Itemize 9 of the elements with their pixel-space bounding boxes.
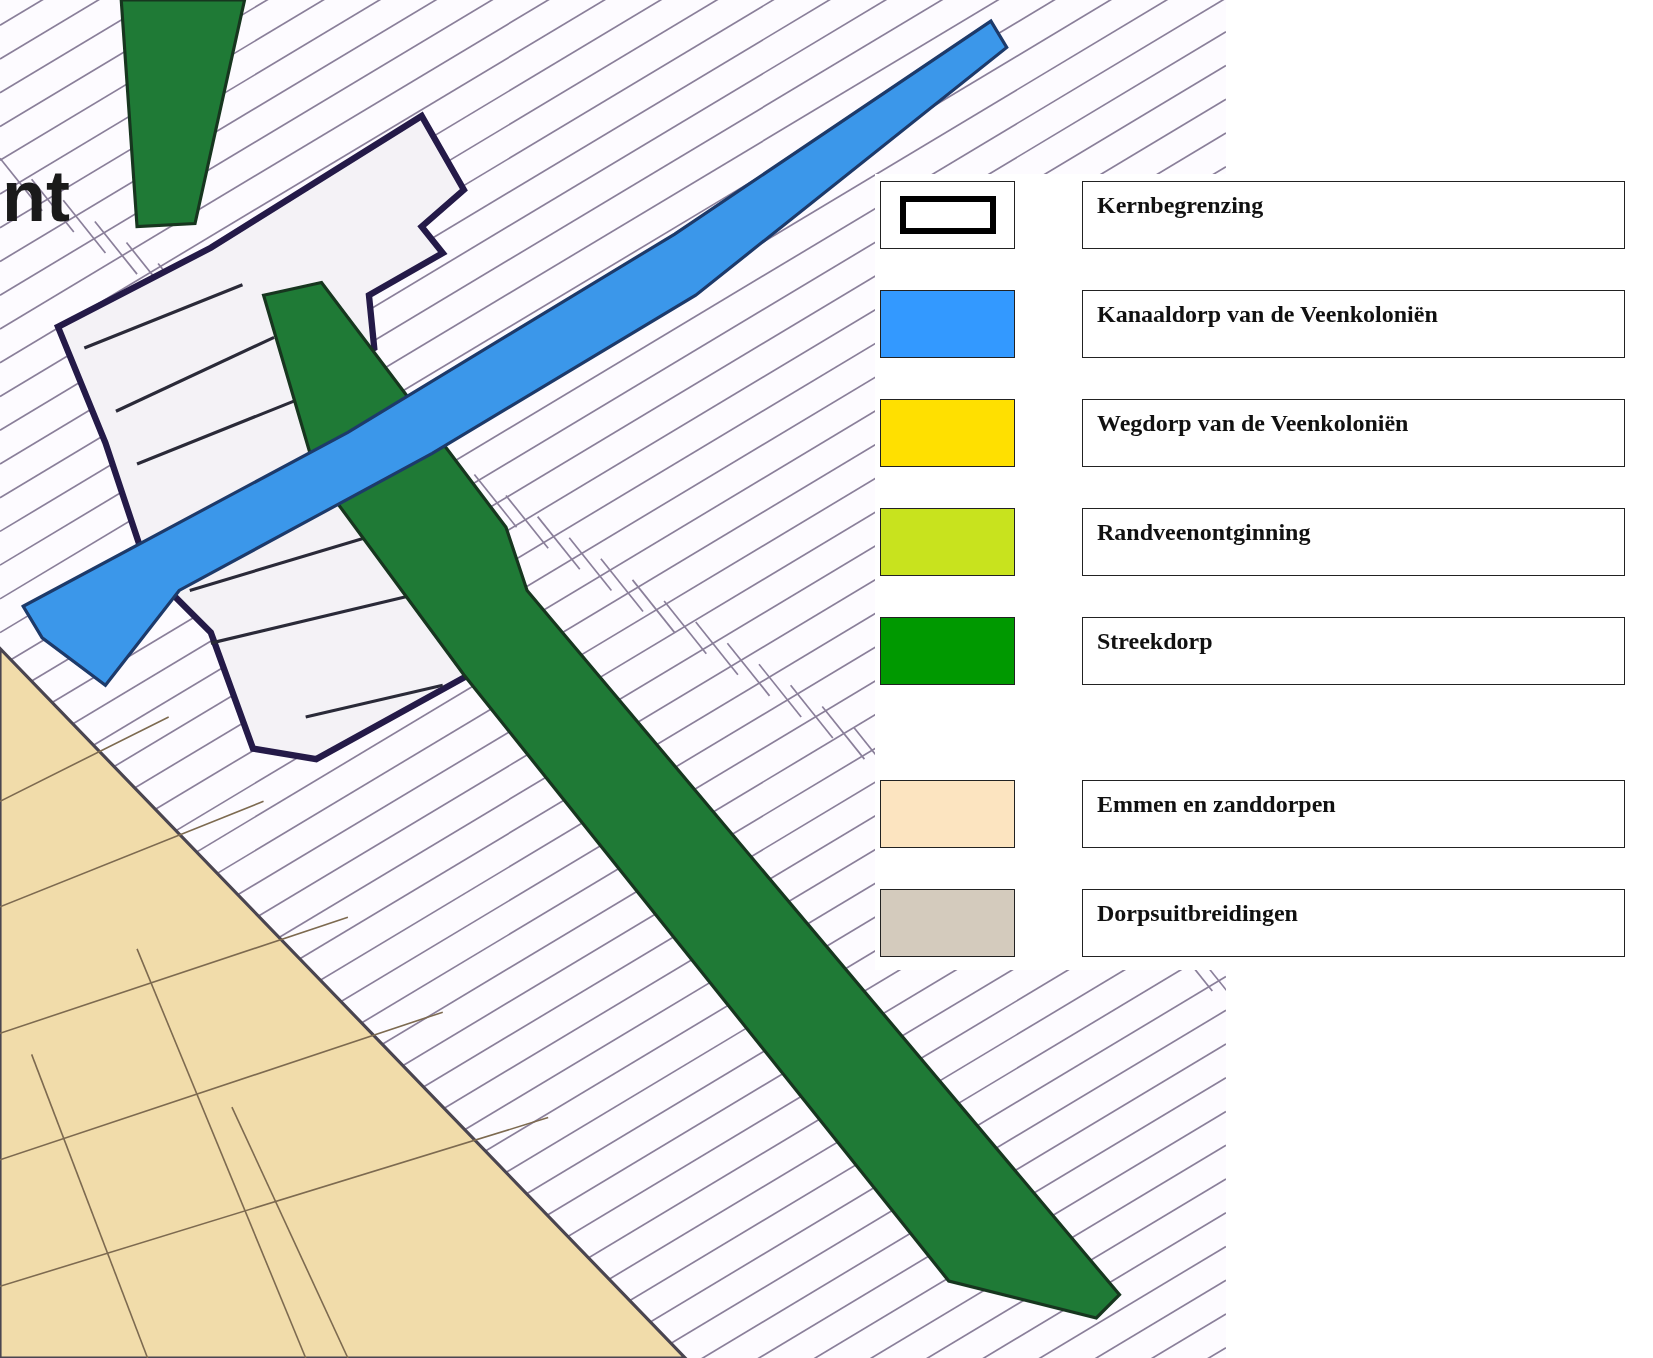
legend-label: Randveenontginning — [1082, 508, 1625, 576]
legend-label: Wegdorp van de Veenkoloniën — [1082, 399, 1625, 467]
boundary-outline-icon — [899, 196, 996, 234]
legend-label: Kernbegrenzing — [1082, 181, 1625, 249]
map-label: nt — [2, 160, 70, 232]
legend-label: Kanaaldorp van de Veenkoloniën — [1082, 290, 1625, 358]
legend-label: Emmen en zanddorpen — [1082, 780, 1625, 848]
legend-label: Streekdorp — [1082, 617, 1625, 685]
legend-label: Dorpsuitbreidingen — [1082, 889, 1625, 957]
